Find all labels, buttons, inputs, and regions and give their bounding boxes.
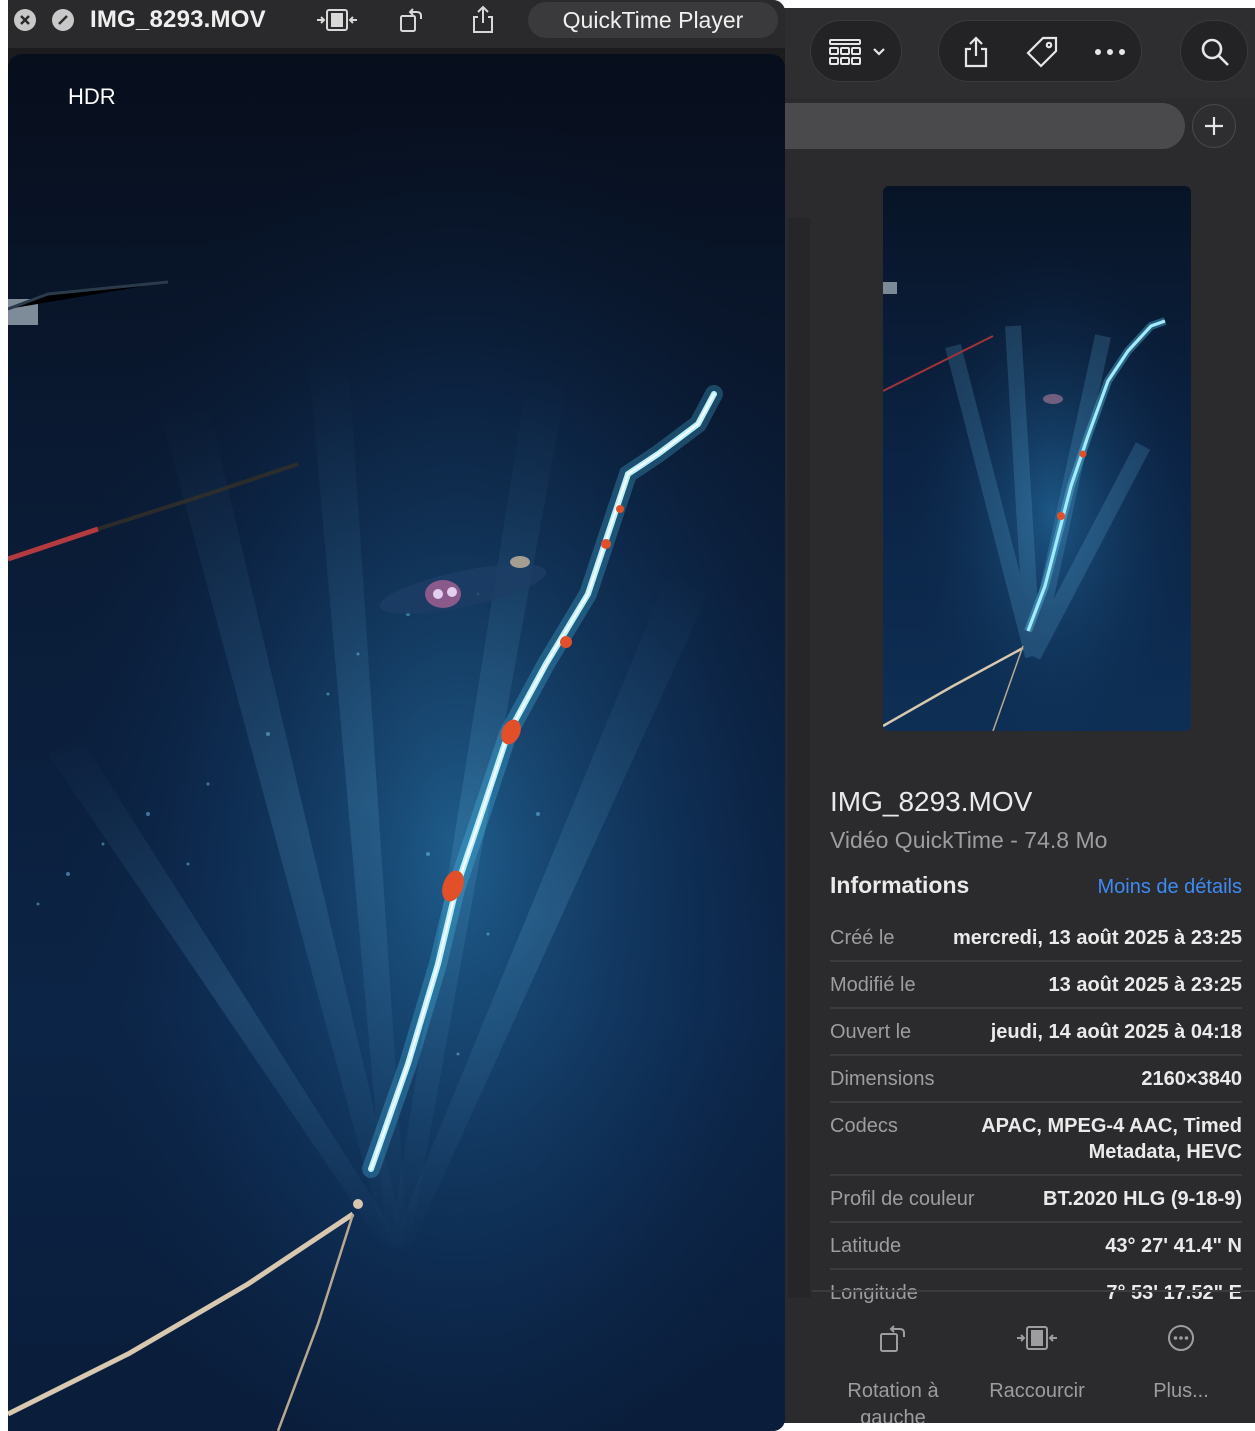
finder-toolbar: [760, 8, 1255, 98]
more-actions-label: Plus...: [1153, 1380, 1209, 1402]
info-label: Dimensions: [830, 1068, 935, 1090]
info-value: mercredi, 13 août 2025 à 23:25: [952, 927, 1242, 949]
file-name: IMG_8293.MOV: [830, 786, 1033, 817]
info-value: APAC, MPEG-4 AAC, Timed Metadata, HEVC: [981, 1115, 1242, 1163]
info-row-codecs: Codecs APAC, MPEG-4 AAC, Timed Metadata,…: [830, 1101, 1242, 1174]
info-row-color-profile: Profil de couleur BT.2020 HLG (9-18-9): [830, 1174, 1242, 1221]
window-title: IMG_8293.MOV: [90, 6, 266, 33]
info-row-created: Créé le mercredi, 13 août 2025 à 23:25: [830, 915, 1242, 960]
info-table: Créé le mercredi, 13 août 2025 à 23:25 M…: [830, 915, 1242, 1315]
search-icon: [1181, 21, 1249, 83]
trim-icon[interactable]: [315, 6, 359, 34]
info-section-title: Informations: [830, 872, 970, 898]
plus-icon: [1205, 117, 1223, 135]
info-row-dimensions: Dimensions 2160×3840: [830, 1054, 1242, 1101]
file-kind-size: Vidéo QuickTime - 74.8 Mo: [830, 827, 1108, 853]
rotate-icon[interactable]: [398, 6, 426, 34]
path-bar[interactable]: [760, 103, 1185, 149]
share-icon[interactable]: [470, 5, 496, 34]
info-row-latitude: Latitude 43° 27' 41.4" N: [830, 1221, 1242, 1268]
share-icon[interactable]: [951, 21, 1001, 83]
quicktime-window: IMG_8293.MOV QuickTime Player HDR: [8, 0, 785, 1431]
search-button[interactable]: [1180, 20, 1248, 82]
info-value: 2160×3840: [1141, 1068, 1242, 1090]
info-label: Modifié le: [830, 974, 916, 996]
tag-icon[interactable]: [1017, 21, 1067, 83]
rotate-left-button[interactable]: Rotation à gauche: [818, 1316, 968, 1423]
info-label: Codecs: [830, 1115, 898, 1137]
add-tab-button[interactable]: [1192, 104, 1236, 148]
info-label: Profil de couleur: [830, 1188, 975, 1210]
view-options-button[interactable]: [810, 20, 902, 82]
info-label: Créé le: [830, 927, 895, 949]
info-row-modified: Modifié le 13 août 2025 à 23:25: [830, 960, 1242, 1007]
trim-label: Raccourcir: [989, 1380, 1085, 1402]
info-label: Latitude: [830, 1235, 902, 1257]
info-row-opened: Ouvert le jeudi, 14 août 2025 à 04:18: [830, 1007, 1242, 1054]
more-icon[interactable]: [1085, 21, 1135, 83]
video-frame[interactable]: HDR: [8, 54, 785, 1431]
info-value: 43° 27' 41.4" N: [1105, 1235, 1242, 1257]
info-label: Ouvert le: [830, 1021, 912, 1043]
trim-icon: [962, 1316, 1112, 1360]
rotate-left-icon: [818, 1316, 968, 1360]
gallery-view-icon: [825, 21, 865, 83]
column-divider: [788, 218, 810, 1298]
app-name-label: QuickTime Player: [528, 2, 778, 38]
hdr-badge: HDR: [68, 84, 116, 109]
chevron-down-icon: [867, 21, 891, 83]
close-icon[interactable]: [14, 9, 36, 31]
more-circle-icon: [1106, 1316, 1255, 1360]
less-details-link[interactable]: Moins de détails: [1097, 876, 1242, 899]
minimize-icon[interactable]: [52, 9, 74, 31]
info-value: jeudi, 14 août 2025 à 04:18: [990, 1021, 1242, 1043]
more-actions-button[interactable]: Plus...: [1106, 1316, 1255, 1405]
rotate-left-label: Rotation à gauche: [847, 1380, 939, 1423]
trim-button[interactable]: Raccourcir: [962, 1316, 1112, 1405]
toolbar-actions-group: [938, 20, 1142, 82]
divider: [812, 1290, 1255, 1292]
info-value: 7° 53' 17.52" E: [1106, 1282, 1242, 1304]
info-value: 13 août 2025 à 23:25: [1048, 974, 1242, 996]
quicktime-title-bar[interactable]: IMG_8293.MOV QuickTime Player: [8, 0, 785, 48]
info-label: Longitude: [830, 1282, 918, 1304]
file-preview-thumbnail[interactable]: [883, 186, 1191, 731]
info-value: BT.2020 HLG (9-18-9): [1043, 1188, 1242, 1210]
finder-window: IMG_8293.MOV Vidéo QuickTime - 74.8 Mo I…: [760, 8, 1255, 1423]
